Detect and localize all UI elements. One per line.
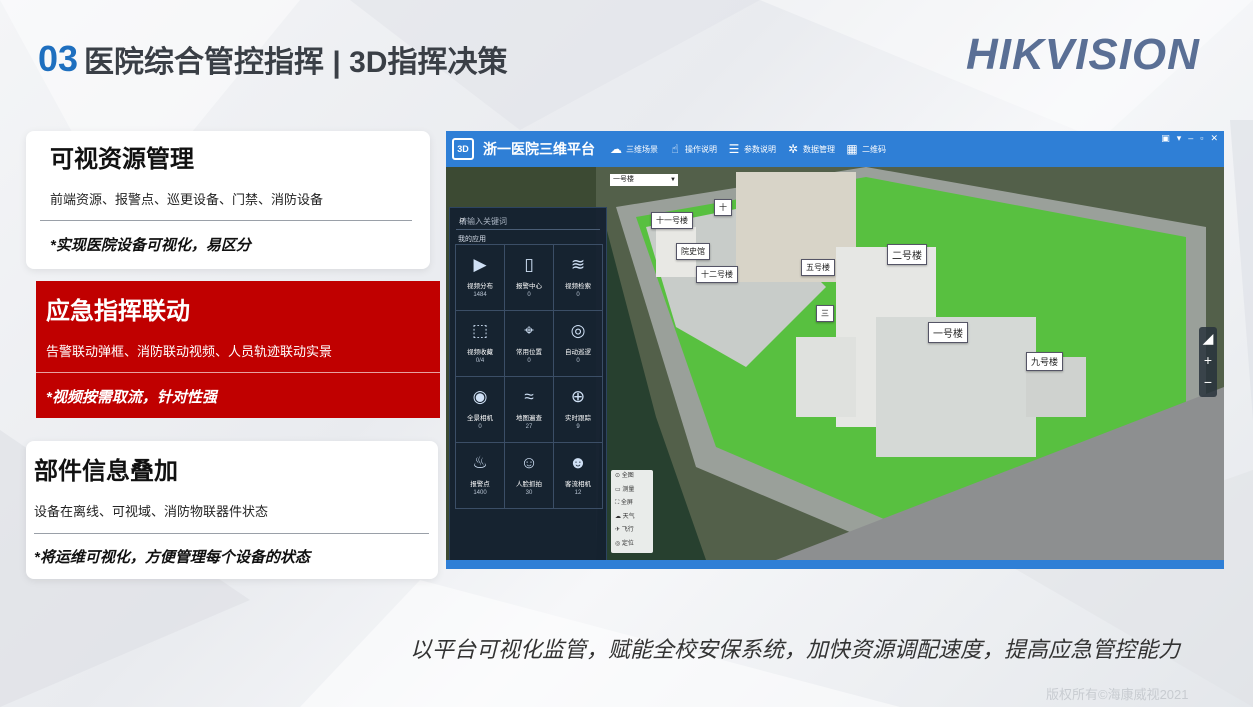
qrcode-icon: ▦ — [846, 142, 858, 156]
tool-weather[interactable]: ☁ 天气 — [611, 511, 653, 525]
dropdown-icon[interactable]: ▾ — [1177, 133, 1182, 144]
divider — [40, 220, 412, 221]
minimize-icon[interactable]: – — [1188, 133, 1193, 144]
copyright: 版权所有©海康威视2021 — [1046, 687, 1189, 702]
menu-item-qrcode[interactable]: ▦ 二维码 — [845, 142, 886, 156]
window-controls: ▣ ▾ – ▫ ✕ — [1161, 133, 1218, 144]
divider — [36, 372, 440, 373]
menu-item-operation[interactable]: ☝ 操作说明 — [668, 142, 717, 156]
map-track-icon: ≈ — [524, 387, 534, 406]
app-tile-face-capture[interactable]: ☺ 人脸抓拍 30 — [505, 443, 554, 509]
window-icon[interactable]: ▣ — [1161, 133, 1170, 144]
cloud-icon: ☁ — [610, 142, 622, 156]
close-icon[interactable]: ✕ — [1210, 133, 1218, 144]
app-tile-alarm-point[interactable]: ♨ 报警点 1400 — [456, 443, 505, 509]
sliders-icon: ☰ — [728, 142, 740, 156]
feature-card-emergency-command: 应急指挥联动 告警联动弹框、消防联动视频、人员轨迹联动实景 *视频按需取流，针对… — [36, 281, 440, 418]
my-apps-label: 我的应用 — [458, 236, 486, 243]
tool-fly[interactable]: ✈ 飞行 — [611, 524, 653, 538]
video-distribution-icon: ▶ — [473, 255, 487, 274]
search-input[interactable]: 请输入关键词 ⌕ — [456, 214, 600, 230]
zoom-in-button[interactable]: + — [1199, 349, 1217, 371]
feature-card-visual-resources: 可视资源管理 前端资源、报警点、巡更设备、门禁、消防设备 *实现医院设备可视化，… — [26, 131, 430, 269]
app-tile-common-location[interactable]: ⌖ 常用位置 0 — [505, 311, 554, 377]
building-label[interactable]: 一号楼 — [928, 322, 968, 343]
video-favorites-icon: ⬚ — [471, 321, 489, 340]
card-heading: 应急指挥联动 — [46, 298, 190, 325]
tool-locate[interactable]: ◎ 定位 — [611, 538, 653, 552]
alarm-point-icon: ♨ — [472, 453, 488, 472]
app-tile-video-favorites[interactable]: ⬚ 视频收藏 0/4 — [456, 311, 505, 377]
card-heading: 可视资源管理 — [50, 146, 194, 173]
compass-icon[interactable]: ◢ — [1199, 327, 1217, 349]
common-location-icon: ⌖ — [524, 321, 534, 340]
network-icon: ✲ — [787, 142, 799, 156]
platform-screenshot: 3D 浙一医院三维平台 ☁ 三维场景 ☝ 操作说明 ☰ 参数说明 ✲ 数据管理 ▦ 二维码… — [446, 131, 1224, 569]
auto-patrol-icon: ◎ — [570, 321, 586, 340]
divider — [34, 533, 429, 534]
face-capture-icon: ☺ — [520, 453, 538, 472]
passenger-camera-icon: ☻ — [569, 453, 587, 472]
building-label[interactable]: 十 — [714, 199, 732, 216]
building-label[interactable]: 九号楼 — [1026, 352, 1064, 371]
map-toolbar: ⊙ 全图 ▭ 测量 ⛶ 全屏 ☁ 天气 ✈ 飞行 ◎ 定位 — [611, 470, 653, 553]
menu-item-params[interactable]: ☰ 参数说明 — [727, 142, 776, 156]
tool-fullmap[interactable]: ⊙ 全图 — [611, 470, 653, 484]
card-heading: 部件信息叠加 — [34, 458, 178, 485]
maximize-icon[interactable]: ▫ — [1200, 133, 1203, 144]
building-label[interactable]: 三 — [816, 305, 834, 322]
app-sidebar: 请输入关键词 ⌕ 我的应用 ▶ 视频分布 1484 ▯ 报警中心 0 ≋ 视频检索 0 ⬚ 视… — [449, 207, 607, 560]
search-icon[interactable]: ⌕ — [459, 214, 598, 227]
app-footer-bar — [446, 560, 1224, 569]
card-summary: *将运维可视化，方便管理每个设备的状态 — [34, 549, 310, 566]
building-label[interactable]: 五号楼 — [801, 259, 835, 276]
chevron-down-icon: ▼ — [670, 177, 676, 183]
zoom-out-button[interactable]: − — [1199, 371, 1217, 393]
slogan: 以平台可视化监管，赋能全校安保系统，加快资源调配速度，提高应急管控能力 — [410, 637, 1181, 662]
panorama-camera-icon: ◉ — [472, 387, 488, 406]
card-description: 前端资源、报警点、巡更设备、门禁、消防设备 — [50, 192, 324, 207]
hikvision-logo: HIKVISION — [966, 30, 1200, 79]
video-search-icon: ≋ — [570, 255, 586, 274]
app-grid: ▶ 视频分布 1484 ▯ 报警中心 0 ≋ 视频检索 0 ⬚ 视频收藏 0/4 ⌖ 常用位置 0 … — [455, 244, 603, 509]
app-tile-video-distribution[interactable]: ▶ 视频分布 1484 — [456, 245, 505, 311]
card-summary: *实现医院设备可视化，易区分 — [50, 237, 251, 254]
app-tile-video-search[interactable]: ≋ 视频检索 0 — [554, 245, 603, 311]
realtime-track-icon: ⊕ — [570, 387, 586, 406]
app-tile-auto-patrol[interactable]: ◎ 自动巡逻 0 — [554, 311, 603, 377]
hand-icon: ☝ — [671, 142, 679, 156]
app-tile-map-track[interactable]: ≈ 地图遍查 27 — [505, 377, 554, 443]
3d-scene-view[interactable]: 十一号楼 十 院史馆 十二号楼 五号楼 二号楼 三 一号楼 九号楼 一号楼 ▼ ◢… — [446, 167, 1224, 560]
zoom-control: ◢ + − — [1199, 327, 1217, 397]
menu-item-data[interactable]: ✲ 数据管理 — [786, 142, 835, 156]
building-label[interactable]: 二号楼 — [887, 244, 927, 265]
card-description: 设备在离线、可视域、消防物联器件状态 — [34, 504, 269, 519]
card-description: 告警联动弹框、消防联动视频、人员轨迹联动实景 — [46, 344, 333, 359]
app-tile-realtime-track[interactable]: ⊕ 实时跟踪 9 — [554, 377, 603, 443]
section-number: 03 — [38, 38, 79, 79]
card-summary: *视频按需取流，针对性强 — [46, 389, 217, 406]
menu-item-scene[interactable]: ☁ 三维场景 — [609, 142, 658, 156]
app-title: 浙一医院三维平台 — [483, 141, 595, 157]
building-label[interactable]: 十二号楼 — [696, 266, 738, 283]
feature-card-component-info: 部件信息叠加 设备在离线、可视域、消防物联器件状态 *将运维可视化，方便管理每个… — [26, 441, 438, 579]
app-header: 3D 浙一医院三维平台 ☁ 三维场景 ☝ 操作说明 ☰ 参数说明 ✲ 数据管理 ▦ 二维码… — [446, 131, 1224, 167]
floor-select[interactable]: 一号楼 ▼ — [610, 174, 678, 186]
slide-title: 03 医院综合管控指挥 | 3D指挥决策 — [38, 34, 507, 84]
3d-logo-icon: 3D — [452, 138, 474, 160]
app-tile-passenger-camera[interactable]: ☻ 客流相机 12 — [554, 443, 603, 509]
alarm-center-icon: ▯ — [524, 255, 534, 274]
title-text: 医院综合管控指挥 | 3D指挥决策 — [84, 46, 508, 79]
building-label[interactable]: 院史馆 — [676, 243, 710, 260]
app-tile-panorama-camera[interactable]: ◉ 全景相机 0 — [456, 377, 505, 443]
tool-measure[interactable]: ▭ 测量 — [611, 484, 653, 498]
app-tile-alarm-center[interactable]: ▯ 报警中心 0 — [505, 245, 554, 311]
tool-fullscreen[interactable]: ⛶ 全屏 — [611, 497, 653, 511]
building-label[interactable]: 十一号楼 — [651, 212, 693, 229]
